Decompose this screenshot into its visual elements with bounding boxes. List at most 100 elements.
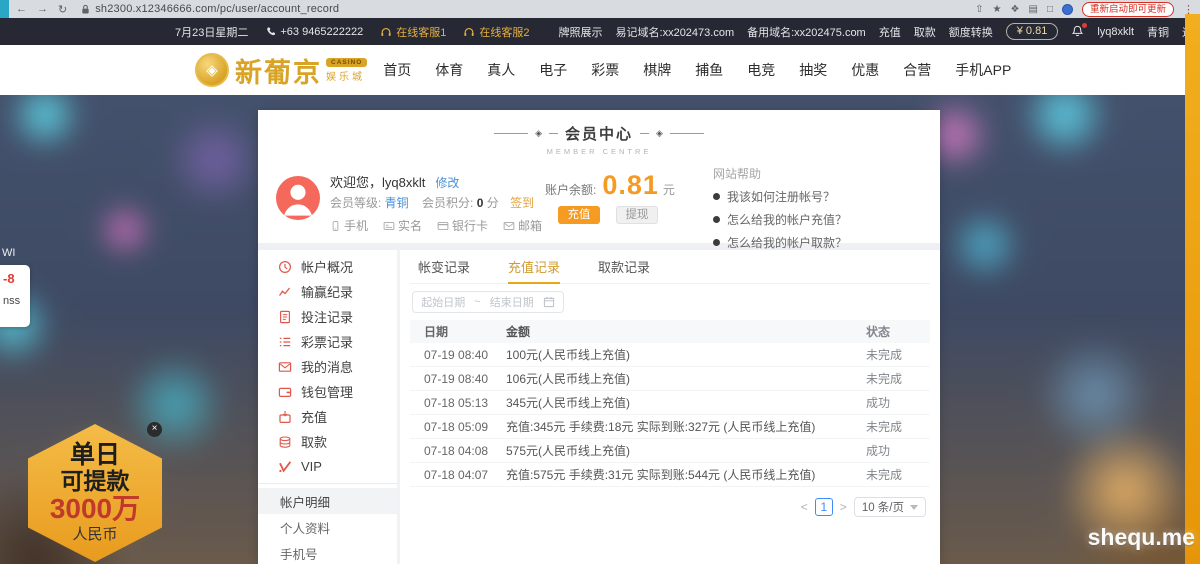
- chevron-down-icon: [910, 505, 918, 510]
- points-label: 会员积分:: [422, 196, 477, 210]
- back-icon[interactable]: ←: [16, 3, 27, 16]
- record-amount: 100元(人民币线上充值): [506, 346, 866, 363]
- checkin-link[interactable]: 签到: [510, 196, 534, 210]
- topbar-balance-pill[interactable]: ¥ 0.81: [1006, 23, 1059, 40]
- member-center-title: ◈ 会员中心 ◈ MEMBER CENTRE: [258, 123, 940, 156]
- mail-icon: [503, 220, 515, 232]
- topbar-username[interactable]: lyq8xklt: [1097, 26, 1134, 38]
- records-content: 帐变记录 充值记录 取款记录 起始日期 ~ 结束日期 日期: [400, 250, 940, 564]
- withdraw-button[interactable]: 提现: [616, 206, 658, 224]
- nav-item[interactable]: 捕鱼: [695, 60, 723, 80]
- verify-realname-label: 实名: [398, 217, 422, 234]
- close-icon[interactable]: ×: [147, 422, 162, 437]
- record-tab[interactable]: 帐变记录: [418, 250, 470, 284]
- nav-item[interactable]: 合营: [903, 60, 931, 80]
- sidebar-item-account-overview[interactable]: 帐户概况: [258, 254, 397, 279]
- sidebar-label: 取款: [301, 432, 327, 451]
- window-icon[interactable]: □: [1047, 4, 1053, 15]
- sidebar-item-messages[interactable]: 我的消息: [258, 354, 397, 379]
- sidebar-item-winloss[interactable]: 输赢纪录: [258, 279, 397, 304]
- date-range-picker[interactable]: 起始日期 ~ 结束日期: [412, 291, 564, 313]
- next-page-icon[interactable]: >: [840, 500, 847, 514]
- verify-email[interactable]: 邮箱: [503, 217, 542, 234]
- page-size-select[interactable]: 10 条/页: [854, 497, 926, 517]
- record-tab[interactable]: 取款记录: [598, 250, 650, 284]
- verify-phone[interactable]: 手机: [330, 217, 368, 234]
- primary-domain: 易记域名:xx202473.com: [616, 24, 735, 40]
- help-item-label: 怎么给我的帐户取款？: [727, 234, 847, 251]
- fragment-box: -8 nss: [0, 265, 30, 327]
- topbar-recharge-link[interactable]: 充值: [879, 24, 901, 40]
- prev-page-icon[interactable]: <: [801, 500, 808, 514]
- site-logo[interactable]: ◈ 新葡京 CASINO 娱乐城: [195, 51, 367, 90]
- profile-avatar[interactable]: [1062, 4, 1073, 15]
- sidebar-item-recharge[interactable]: 充值: [258, 404, 397, 429]
- user-avatar[interactable]: [276, 176, 320, 220]
- table-row: 07-18 04:08 575元(人民币线上充值) 成功: [410, 439, 930, 463]
- help-item[interactable]: 我该如何注册帐号？: [713, 188, 928, 205]
- notification-bell[interactable]: [1071, 25, 1084, 38]
- decor-line: [549, 133, 558, 134]
- help-item[interactable]: 怎么给我的帐户充值？: [713, 211, 928, 228]
- forward-icon[interactable]: →: [37, 3, 48, 16]
- record-tab[interactable]: 充值记录: [508, 250, 560, 284]
- sidebar-label: 输赢纪录: [301, 282, 353, 301]
- address-bar[interactable]: sh2300.x12346666.com/pc/user/account_rec…: [81, 3, 339, 15]
- sidebar-item-withdraw[interactable]: 取款: [258, 429, 397, 454]
- edit-link[interactable]: 修改: [435, 176, 459, 190]
- nav-item[interactable]: 彩票: [591, 60, 619, 80]
- nav-item[interactable]: 真人: [487, 60, 515, 80]
- sidebar-sub-item[interactable]: 帐户明细: [258, 488, 397, 514]
- sidebar-item-bet-record[interactable]: 投注记录: [258, 304, 397, 329]
- nav-item[interactable]: 体育: [435, 60, 463, 80]
- page-number[interactable]: 1: [815, 498, 833, 516]
- header-status: 状态: [866, 323, 930, 340]
- record-amount: 充值:575元 手续费:31元 实际到账:544元 (人民币线上充值): [506, 466, 866, 483]
- end-date-placeholder: 结束日期: [490, 294, 534, 310]
- recharge-button[interactable]: 充值: [558, 206, 600, 224]
- sidebar-item-lottery-record[interactable]: 彩票记录: [258, 329, 397, 354]
- help-item[interactable]: 怎么给我的帐户取款？: [713, 234, 928, 251]
- page-subtitle: MEMBER CENTRE: [547, 147, 652, 156]
- license-link[interactable]: 牌照展示: [559, 24, 603, 40]
- reload-icon[interactable]: ↻: [58, 3, 67, 16]
- record-date: 07-18 05:13: [410, 396, 506, 410]
- sidebar-sub-list: 帐户明细 个人资料 手机号: [258, 488, 397, 564]
- chrome-update-button[interactable]: 重新启动即可更新: [1082, 2, 1174, 17]
- topbar-withdraw-link[interactable]: 取款: [914, 24, 936, 40]
- nav-item[interactable]: 优惠: [851, 60, 879, 80]
- verify-realname[interactable]: 实名: [383, 217, 422, 234]
- nav-item[interactable]: 电竞: [747, 60, 775, 80]
- person-icon: [276, 176, 320, 220]
- sidebar-item-vip[interactable]: VIP: [258, 454, 397, 479]
- verify-bankcard[interactable]: 银行卡: [437, 217, 488, 234]
- extensions-icon[interactable]: ❖: [1011, 4, 1020, 15]
- topbar-transfer-link[interactable]: 额度转换: [949, 24, 993, 40]
- decor-line: [640, 133, 649, 134]
- nav-item[interactable]: 棋牌: [643, 60, 671, 80]
- header-amount: 金额: [506, 323, 866, 340]
- help-title: 网站帮助: [713, 165, 928, 182]
- bookmark-star-icon[interactable]: ★: [993, 4, 1002, 15]
- table-body: 07-19 08:40 100元(人民币线上充值) 未完成 07-19 08:4…: [410, 343, 930, 487]
- page-title: 会员中心: [565, 123, 633, 144]
- record-status: 成功: [866, 394, 930, 411]
- sidebar-sub-item[interactable]: 手机号: [258, 540, 397, 564]
- current-date: 7月23日星期二: [175, 24, 248, 40]
- nav-item[interactable]: 首页: [383, 60, 411, 80]
- member-sidebar: 帐户概况 输赢纪录 投注记录 彩票记录 我的消息: [258, 250, 397, 564]
- nav-item[interactable]: 抽奖: [799, 60, 827, 80]
- fragment-text: WI: [0, 247, 30, 259]
- record-amount: 345元(人民币线上充值): [506, 394, 866, 411]
- nav-item[interactable]: 手机APP: [955, 60, 1011, 80]
- reading-list-icon[interactable]: ▤: [1028, 4, 1037, 15]
- promo-hexagon: 单日 可提款 3000万 人民币: [28, 424, 162, 562]
- sidebar-sub-item[interactable]: 个人资料: [258, 514, 397, 540]
- bullet-icon: [713, 216, 720, 223]
- sidebar-item-wallet[interactable]: 钱包管理: [258, 379, 397, 404]
- online-service-2[interactable]: 在线客服2: [463, 24, 529, 40]
- nav-item[interactable]: 电子: [539, 60, 567, 80]
- share-icon[interactable]: ⇧: [975, 4, 983, 15]
- record-amount: 575元(人民币线上充值): [506, 442, 866, 459]
- online-service-1[interactable]: 在线客服1: [380, 24, 446, 40]
